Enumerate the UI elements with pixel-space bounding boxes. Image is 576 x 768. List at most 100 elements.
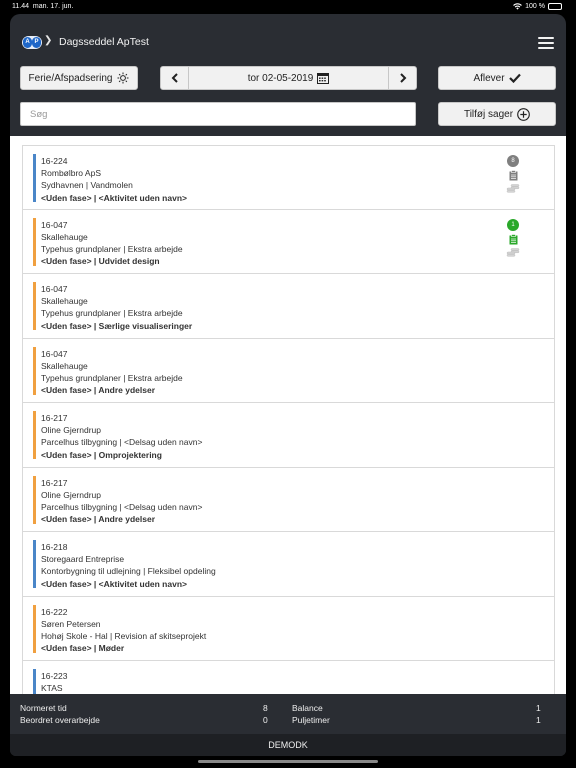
status-bar: 11.44 man. 17. jun. 100 % [0,0,576,14]
case-task: <Uden fase> | Møder [41,643,125,654]
selected-date: tor 02-05-2019 [247,72,314,84]
battery-icon [548,3,562,10]
case-color-bar [33,540,36,588]
case-task: <Uden fase> | <Aktivitet uden navn> [41,578,187,589]
case-client: Storegaard Entreprise [41,554,125,565]
case-row[interactable]: 16-224 Rombølbro ApS Sydhavnen | Vandmolen… [22,145,555,210]
plus-circle-icon [517,107,530,121]
footer-label: DEMODK [268,740,308,750]
aflever-label: Aflever [473,72,505,84]
case-project: Typehus grundplaner | Ekstra arbejde [41,372,183,383]
case-row[interactable]: 16-047 Skallehauge Typehus grundplaner | E… [22,274,555,339]
case-task: <Uden fase> | Andre ydelser [41,514,156,525]
ferie-afspadsering-button[interactable]: Ferie/Afspadsering [20,66,138,90]
sun-icon [117,72,129,84]
case-task: <Uden fase> | Udvidet design [41,256,160,267]
case-text: 16-047 Skallehauge Typehus grundplaner | E… [41,219,183,268]
case-color-bar [33,154,36,202]
case-task: <Uden fase> | Andre ydelser [41,385,156,396]
clipboard-icon [509,170,517,181]
case-text: 16-047 Skallehauge Typehus grundplaner | E… [41,348,183,397]
count-badge: 8 [507,155,519,167]
balance-value: 1 [536,703,541,713]
case-code: 16-223 [41,671,68,681]
chevron-right-icon: ❯ [44,35,53,46]
case-row[interactable]: 16-217 Oline Gjerndrup Parcelhus tilbygnin… [22,467,555,532]
checkmark-icon [508,73,521,83]
case-text: 16-217 Oline Gjerndrup Parcelhus tilbygnin… [41,477,202,526]
beordret-overarbejde-label: Beordret overarbejde [20,715,100,725]
case-client: Oline Gjerndrup [41,425,102,436]
case-row[interactable]: 16-047 Skallehauge Typehus grundplaner | E… [22,338,555,403]
case-task: <Uden fase> | Omprojektering [41,449,162,460]
case-color-bar [33,346,36,395]
case-client: Skallehauge [41,231,88,242]
app-window: A P ❯ Dagsseddel ApTest Ferie/Afspadseri… [10,14,566,756]
case-project: Typehus grundplaner | Ekstra arbejde [41,308,183,319]
case-row[interactable]: 16-217 Oline Gjerndrup Parcelhus tilbygnin… [22,403,555,468]
case-code: 16-217 [41,413,68,423]
case-client: Oline Gjerndrup [41,489,102,500]
normeret-tid-value: 8 [263,703,268,713]
case-row[interactable]: 16-222 Søren Petersen Hohøj Skole - Hal | … [22,596,555,661]
case-status-icons[interactable]: 1 [506,218,520,257]
home-indicator[interactable] [198,760,378,763]
hamburger-menu-icon[interactable] [538,37,554,49]
date-picker[interactable]: tor 02-05-2019 [189,67,388,89]
case-row[interactable]: 16-218 Storegaard Entreprise Kontorbygning… [22,532,555,597]
case-project: Typehus grundplaner | Ekstra arbejde [41,243,183,254]
wifi-icon [513,3,523,10]
case-row[interactable]: 16-223 KTAS [22,661,555,694]
case-code: 16-047 [41,348,68,359]
puljetimer-label: Puljetimer [292,715,330,725]
next-day-button[interactable] [388,67,416,89]
previous-day-button[interactable] [161,67,189,89]
case-color-bar [33,282,36,330]
case-text: 16-218 Storegaard Entreprise Kontorbygning… [41,541,216,590]
case-client: KTAS [41,683,63,694]
case-text: 16-224 Rombølbro ApS Sydhavnen | Vandmolen… [41,155,187,204]
case-project: Kontorbygning til udlejning | Fleksibel … [41,566,216,577]
case-project: Parcelhus tilbygning | <Delsag uden navn… [41,501,203,512]
calendar-icon [317,73,330,84]
case-code: 16-047 [41,284,68,294]
status-time: 11.44 man. 17. jun. [12,3,74,10]
footer-bar: DEMODK [10,734,566,756]
case-row[interactable]: 16-047 Skallehauge Typehus grundplaner | E… [22,209,555,274]
case-color-bar [33,217,36,266]
puljetimer-value: 1 [536,715,541,725]
case-color-bar [33,604,36,653]
case-list-panel: 16-224 Rombølbro ApS Sydhavnen | Vandmolen… [10,136,566,694]
status-right: 100 % [513,3,562,10]
aflever-button[interactable]: Aflever [438,66,556,90]
summary-panel: Normeret tid 8 Beordret overarbejde 0 Ba… [10,694,566,734]
case-client: Skallehauge [41,360,88,371]
coins-icon [506,184,520,193]
count-badge: 1 [507,218,519,231]
tilfoej-label: Tilføj sager [463,108,514,120]
case-color-bar [33,475,36,524]
case-text: 16-223 KTAS [41,670,67,694]
case-project: Sydhavnen | Vandmolen [41,180,133,191]
clipboard-icon [509,233,517,244]
chevron-left-icon [171,73,178,83]
case-text: 16-222 Søren Petersen Hohøj Skole - Hal | … [41,606,206,655]
case-code: 16-217 [41,477,68,488]
case-client: Rombølbro ApS [41,168,101,179]
case-code: 16-224 [41,156,68,166]
app-logo[interactable]: A P [22,36,42,49]
case-status-icons[interactable]: 8 [506,155,520,193]
tilfoej-sager-button[interactable]: Tilføj sager [438,102,556,126]
case-text: 16-047 Skallehauge Typehus grundplaner | E… [41,283,192,332]
date-navigator: tor 02-05-2019 [160,66,417,90]
search-input[interactable] [20,102,416,126]
page-title: Dagsseddel ApTest [59,36,149,48]
case-code: 16-222 [41,606,68,617]
case-text: 16-217 Oline Gjerndrup Parcelhus tilbygnin… [41,412,202,461]
case-color-bar [33,411,36,459]
case-color-bar [33,669,36,694]
case-list: 16-224 Rombølbro ApS Sydhavnen | Vandmolen… [22,145,555,694]
beordret-overarbejde-value: 0 [263,715,268,725]
case-code: 16-218 [41,542,68,552]
battery-percent: 100 % [525,3,545,10]
